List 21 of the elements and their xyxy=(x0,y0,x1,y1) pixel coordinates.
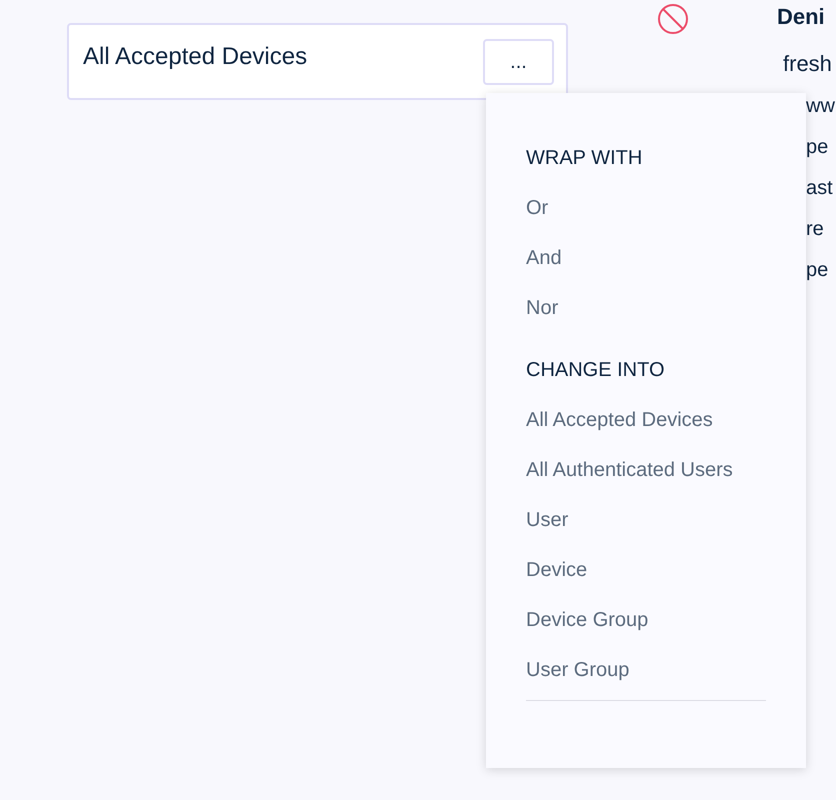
panel-text: fresh xyxy=(783,50,832,78)
panel-title: Deni xyxy=(777,3,825,31)
menu-item[interactable]: User xyxy=(526,505,766,535)
menu-item[interactable]: Nor xyxy=(526,293,766,323)
menu-item[interactable]: All Accepted Devices xyxy=(526,405,766,435)
menu-item[interactable]: Or xyxy=(526,193,766,223)
menu-heading: CHANGE INTO xyxy=(526,358,666,383)
blocked-icon xyxy=(657,3,689,35)
panel-text: ast xyxy=(806,176,833,201)
more-button[interactable]: ... xyxy=(483,39,554,85)
menu-item[interactable]: All Authenticated Users xyxy=(526,455,766,485)
panel-text: pe xyxy=(806,258,828,283)
menu-item[interactable]: And xyxy=(526,243,766,273)
panel-text: re xyxy=(806,217,824,242)
menu-item[interactable]: Device Group xyxy=(526,605,766,635)
panel-text: ww xyxy=(806,94,835,119)
menu-heading: WRAP WITH xyxy=(526,146,644,171)
panel-text: pe xyxy=(806,135,828,160)
menu-item[interactable]: Device xyxy=(526,555,766,585)
menu-item[interactable]: User Group xyxy=(526,655,766,685)
condition-label: All Accepted Devices xyxy=(83,42,308,72)
